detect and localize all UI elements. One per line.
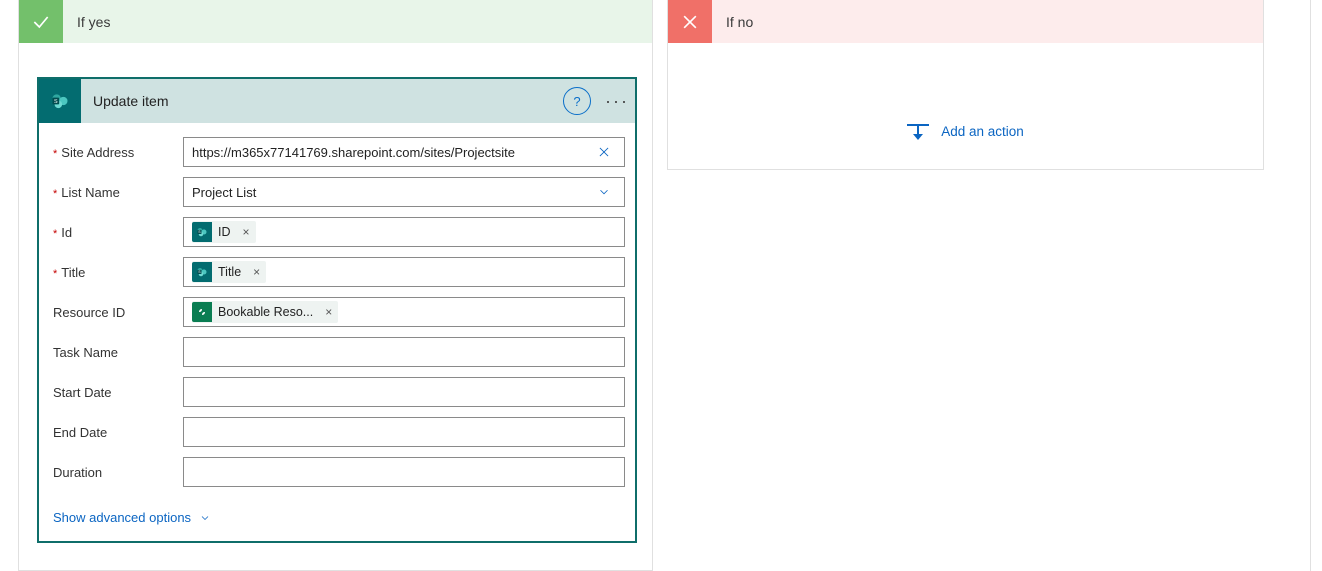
token-title[interactable]: S Title ×: [192, 261, 266, 283]
action-card-update-item[interactable]: S Update item ? ··· *Site Address: [37, 77, 637, 543]
insert-action-icon: [907, 120, 929, 142]
sharepoint-token-icon: S: [192, 262, 212, 282]
branch-no-title: If no: [712, 14, 753, 30]
label-id: *Id: [53, 225, 183, 240]
dataverse-token-icon: [192, 302, 212, 322]
field-resource-id[interactable]: Bookable Reso... ×: [183, 297, 625, 327]
start-date-input[interactable]: [190, 384, 618, 401]
token-remove-icon[interactable]: ×: [237, 225, 256, 239]
branch-yes-header[interactable]: If yes: [19, 0, 652, 43]
duration-input[interactable]: [190, 464, 618, 481]
action-form: *Site Address *List Name: [39, 123, 635, 501]
label-list-name: *List Name: [53, 185, 183, 200]
token-resource-id[interactable]: Bookable Reso... ×: [192, 301, 338, 323]
action-card-header[interactable]: S Update item ? ···: [39, 79, 635, 123]
field-list-name[interactable]: [183, 177, 625, 207]
task-name-input[interactable]: [190, 344, 618, 361]
branch-no-header[interactable]: If no: [668, 0, 1263, 43]
right-gutter-border: [1310, 0, 1316, 571]
field-title[interactable]: S Title ×: [183, 257, 625, 287]
field-site-address[interactable]: [183, 137, 625, 167]
token-remove-icon[interactable]: ×: [319, 305, 338, 319]
label-task-name: Task Name: [53, 345, 183, 360]
field-start-date[interactable]: [183, 377, 625, 407]
help-icon[interactable]: ?: [563, 87, 591, 115]
branch-yes-title: If yes: [63, 14, 110, 30]
chevron-down-icon[interactable]: [590, 178, 618, 206]
clear-icon[interactable]: [590, 138, 618, 166]
add-action-button[interactable]: Add an action: [668, 120, 1263, 142]
sharepoint-token-icon: S: [192, 222, 212, 242]
label-site-address: *Site Address: [53, 145, 183, 160]
ellipsis-icon[interactable]: ···: [599, 91, 635, 112]
show-advanced-options-link[interactable]: Show advanced options: [53, 510, 211, 525]
svg-text:S: S: [54, 99, 58, 105]
end-date-input[interactable]: [190, 424, 618, 441]
field-id[interactable]: S ID ×: [183, 217, 625, 247]
label-resource-id: Resource ID: [53, 305, 183, 320]
action-card-title: Update item: [81, 93, 563, 109]
add-action-label: Add an action: [941, 124, 1024, 139]
close-icon: [668, 0, 712, 43]
label-title: *Title: [53, 265, 183, 280]
label-start-date: Start Date: [53, 385, 183, 400]
check-icon: [19, 0, 63, 43]
label-end-date: End Date: [53, 425, 183, 440]
label-duration: Duration: [53, 465, 183, 480]
branch-no-panel: If no Add an action: [667, 0, 1264, 170]
field-task-name[interactable]: [183, 337, 625, 367]
branch-yes-panel: If yes S Update item ? ··· *Site Address: [18, 0, 653, 571]
sharepoint-icon: S: [39, 79, 81, 123]
token-id[interactable]: S ID ×: [192, 221, 256, 243]
field-end-date[interactable]: [183, 417, 625, 447]
site-address-input[interactable]: [190, 144, 590, 161]
list-name-input[interactable]: [190, 184, 590, 201]
field-duration[interactable]: [183, 457, 625, 487]
token-remove-icon[interactable]: ×: [247, 265, 266, 279]
